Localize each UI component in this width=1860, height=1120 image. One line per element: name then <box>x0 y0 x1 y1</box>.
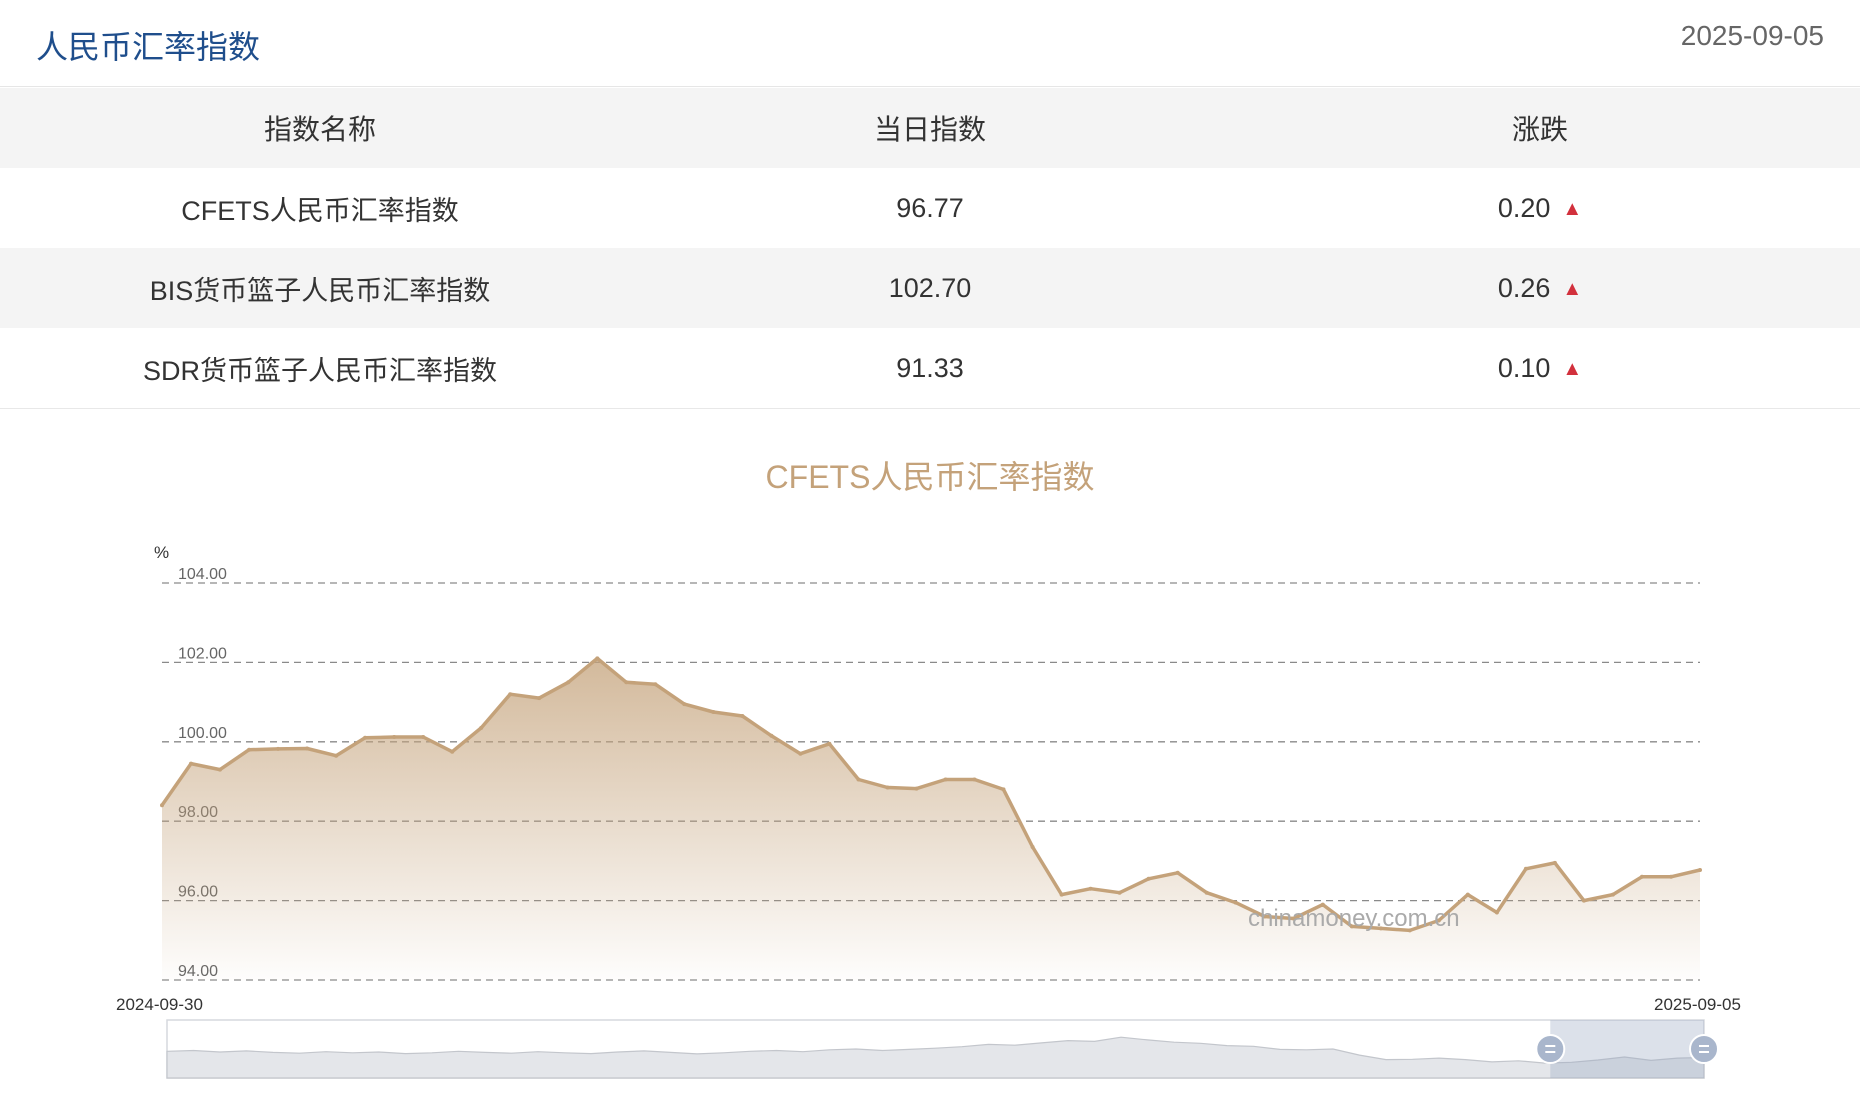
data-point <box>827 741 832 746</box>
data-point <box>769 733 774 738</box>
data-point <box>1581 898 1586 903</box>
series-area <box>162 658 1700 980</box>
y-tick-label: 104.00 <box>178 566 227 583</box>
data-point <box>334 753 339 758</box>
data-point <box>1204 890 1209 895</box>
data-point <box>1552 860 1557 865</box>
data-point <box>247 747 252 752</box>
data-point <box>682 702 687 707</box>
data-point <box>1175 870 1180 875</box>
data-point <box>1146 876 1151 881</box>
data-point <box>1001 787 1006 792</box>
watermark: chinamoney.com.cn <box>1248 905 1460 932</box>
data-point <box>943 777 948 782</box>
data-point <box>1117 890 1122 895</box>
data-point <box>653 682 658 687</box>
data-point <box>1494 910 1499 915</box>
data-point <box>1669 874 1673 879</box>
x-axis-start-label: 2024-09-30 <box>116 995 203 1014</box>
data-point <box>595 656 600 661</box>
handle-grip-icon[interactable] <box>1535 1034 1566 1064</box>
y-tick-label: 100.00 <box>178 725 227 742</box>
navigator-left-handle[interactable] <box>1535 1034 1566 1064</box>
data-point <box>450 749 455 754</box>
data-point <box>392 735 397 739</box>
data-point <box>218 767 222 772</box>
range-navigator[interactable] <box>166 1019 1719 1079</box>
data-point <box>972 777 977 782</box>
navigator-right-handle[interactable] <box>1689 1034 1719 1064</box>
navigator-selection[interactable] <box>1550 1020 1704 1078</box>
data-point <box>856 777 861 782</box>
data-point <box>711 710 716 714</box>
data-point <box>160 803 164 808</box>
data-point <box>508 692 513 697</box>
data-point <box>189 761 193 766</box>
handle-grip-icon[interactable] <box>1689 1034 1719 1064</box>
data-point <box>914 786 919 791</box>
data-point <box>537 696 542 701</box>
y-axis-unit: % <box>154 543 169 562</box>
data-point <box>1059 892 1064 897</box>
data-point <box>363 735 368 740</box>
data-point <box>624 680 629 685</box>
data-point <box>1640 874 1644 879</box>
data-point <box>1088 886 1093 891</box>
data-point <box>1698 868 1702 872</box>
data-point <box>1233 900 1238 905</box>
data-point <box>1610 892 1615 897</box>
data-point <box>276 746 281 751</box>
y-tick-label: 102.00 <box>178 645 227 662</box>
data-point <box>305 746 310 751</box>
data-point <box>740 714 745 718</box>
data-point <box>566 680 571 685</box>
data-point <box>885 785 890 790</box>
x-axis-end-label: 2025-09-05 <box>1654 995 1741 1014</box>
chart-canvas: 94.0096.0098.00100.00102.00104.00 % chin… <box>116 543 1741 1079</box>
data-point <box>1465 892 1470 897</box>
data-point <box>479 725 484 730</box>
data-point <box>798 751 803 756</box>
data-point <box>421 735 426 739</box>
data-point <box>1523 866 1528 871</box>
data-point <box>1030 845 1035 849</box>
